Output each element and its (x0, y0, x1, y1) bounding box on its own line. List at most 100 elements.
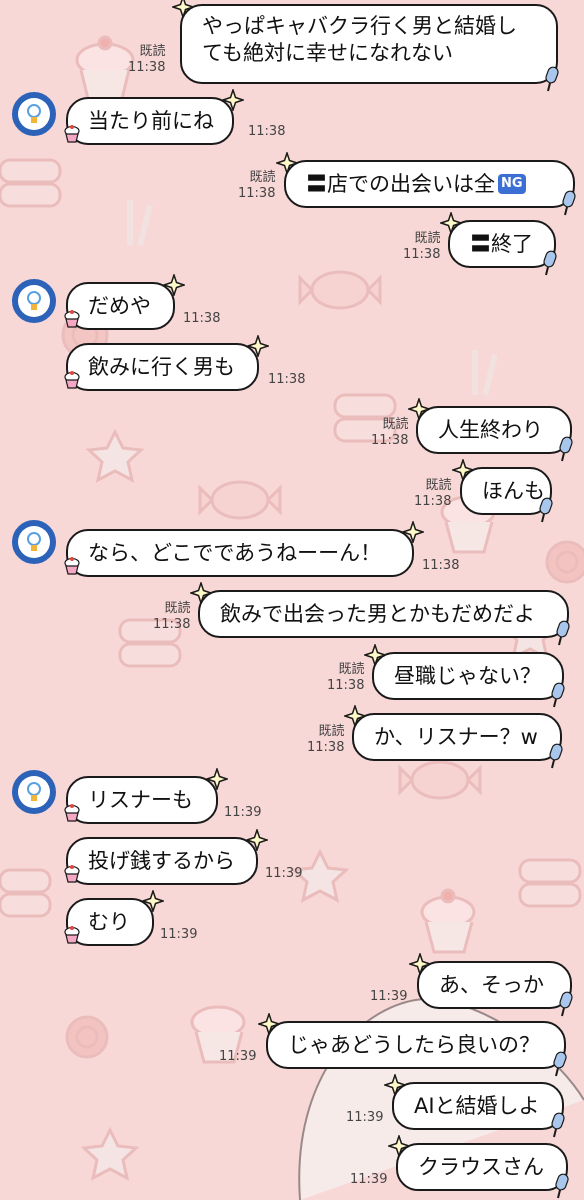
sparkle-star-icon (440, 212, 462, 234)
sparkle-star-icon (384, 1074, 406, 1096)
message-text: ほんも (482, 478, 545, 503)
sparkle-star-icon (246, 829, 268, 851)
message-timestamp: 11:38 (248, 124, 286, 139)
message-timestamp: 11:39 (346, 1110, 384, 1125)
contact-avatar[interactable] (12, 520, 56, 564)
message-bubble: 〓店での出会いは全 NG (284, 160, 575, 208)
popsicle-sticker-icon (551, 682, 565, 708)
popsicle-sticker-icon (549, 743, 563, 769)
sparkle-star-icon (172, 0, 194, 18)
message-bubble: だめや (66, 282, 175, 330)
contact-avatar[interactable] (12, 92, 56, 136)
message-timestamp: 11:38 (183, 311, 221, 326)
message-bubble: やっぱキャバクラ行く男と結婚しても絶対に幸せになれない (180, 4, 558, 84)
message-bubble: じゃあどうしたら良いの？ (266, 1021, 566, 1069)
message-meta: 11:39 (350, 1172, 387, 1188)
message-text: 飲みで出会った男とかもだめだよ (220, 601, 535, 626)
message-meta: 既読 11:38 (327, 662, 364, 694)
sparkle-star-icon (388, 1135, 410, 1157)
sparkle-star-icon (222, 89, 244, 111)
message-timestamp: 11:38 (307, 740, 345, 755)
message-bubble: か、リスナー？w (352, 713, 562, 761)
message-timestamp: 11:39 (350, 1172, 388, 1187)
read-receipt: 既読 (382, 417, 409, 432)
message-timestamp: 11:38 (128, 60, 166, 75)
message-text: 飲みに行く男も (88, 354, 235, 379)
popsicle-sticker-icon (543, 250, 557, 276)
sparkle-star-icon (402, 521, 424, 543)
message-bubble: 〓終了 (448, 220, 556, 268)
message-meta: 11:39 (160, 927, 197, 943)
sparkle-star-icon (276, 152, 298, 174)
message-text: リスナーも (88, 787, 193, 812)
message-meta: 11:39 (219, 1049, 256, 1065)
cupcake-sticker-icon (64, 310, 80, 328)
message-bubble: 人生終わり (416, 406, 572, 454)
message-timestamp: 11:38 (268, 372, 306, 387)
message-bubble: あ、そっか (417, 961, 572, 1009)
message-text: 〓終了 (470, 231, 533, 256)
message-meta: 11:39 (370, 989, 407, 1005)
cupcake-sticker-icon (64, 557, 80, 575)
message-timestamp: 11:38 (414, 494, 452, 509)
message-meta: 既読 11:38 (238, 170, 275, 202)
message-meta: 既読 11:38 (307, 724, 344, 756)
message-meta: 11:39 (224, 805, 261, 821)
message-bubble: AIと結婚しよ (392, 1082, 564, 1130)
popsicle-sticker-icon (539, 497, 553, 523)
sparkle-star-icon (142, 890, 164, 912)
message-timestamp: 11:38 (238, 186, 276, 201)
cupcake-sticker-icon (64, 371, 80, 389)
read-receipt: 既読 (425, 478, 452, 493)
sparkle-star-icon (452, 459, 474, 481)
cupcake-sticker-icon (64, 804, 80, 822)
contact-avatar[interactable] (12, 279, 56, 323)
message-bubble: 飲みに行く男も (66, 343, 259, 391)
lightbulb-icon (18, 98, 50, 130)
message-timestamp: 11:39 (370, 989, 408, 1004)
sparkle-star-icon (344, 705, 366, 727)
message-text: 投げ銭するから (88, 848, 235, 873)
message-timestamp: 11:39 (224, 805, 262, 820)
message-text: か、リスナー？w (374, 724, 538, 749)
message-meta: 既読 11:38 (128, 44, 165, 76)
read-receipt: 既読 (249, 170, 276, 185)
sparkle-star-icon (247, 335, 269, 357)
read-receipt: 既読 (164, 601, 191, 616)
sparkle-star-icon (163, 274, 185, 296)
message-meta: 11:38 (422, 558, 459, 574)
message-meta: 既読 11:38 (414, 478, 451, 510)
message-timestamp: 11:38 (422, 558, 460, 573)
message-meta: 既読 11:38 (153, 601, 190, 633)
cupcake-sticker-icon (64, 926, 80, 944)
message-meta: 11:38 (268, 372, 305, 388)
message-bubble: 昼職じゃない？ (372, 652, 564, 700)
message-meta: 11:39 (265, 866, 302, 882)
message-text: むり (88, 909, 130, 934)
message-timestamp: 11:39 (265, 866, 303, 881)
sparkle-star-icon (190, 582, 212, 604)
message-text: 当たり前にね (88, 108, 214, 133)
message-text: 昼職じゃない？ (394, 663, 541, 688)
sparkle-star-icon (409, 953, 431, 975)
message-text: やっぱキャバクラ行く男と結婚しても絶対に幸せになれない (202, 14, 517, 65)
popsicle-sticker-icon (555, 1173, 569, 1199)
message-bubble: 当たり前にね (66, 97, 234, 145)
contact-avatar[interactable] (12, 770, 56, 814)
message-bubble: クラウスさん (396, 1143, 568, 1191)
message-meta: 11:38 (248, 124, 285, 140)
message-timestamp: 11:39 (219, 1049, 257, 1064)
message-timestamp: 11:38 (371, 433, 409, 448)
sparkle-star-icon (206, 768, 228, 790)
read-receipt: 既読 (414, 231, 441, 246)
read-receipt: 既読 (139, 44, 166, 59)
message-text: あ、そっか (439, 972, 544, 997)
popsicle-sticker-icon (562, 190, 576, 216)
message-text: だめや (88, 293, 151, 318)
message-text: じゃあどうしたら良いの？ (288, 1032, 540, 1057)
popsicle-sticker-icon (545, 66, 559, 92)
sparkle-star-icon (364, 644, 386, 666)
message-text: なら、どこでであうねーーん！ (88, 540, 382, 565)
lightbulb-icon (18, 526, 50, 558)
message-bubble: 投げ銭するから (66, 837, 258, 885)
